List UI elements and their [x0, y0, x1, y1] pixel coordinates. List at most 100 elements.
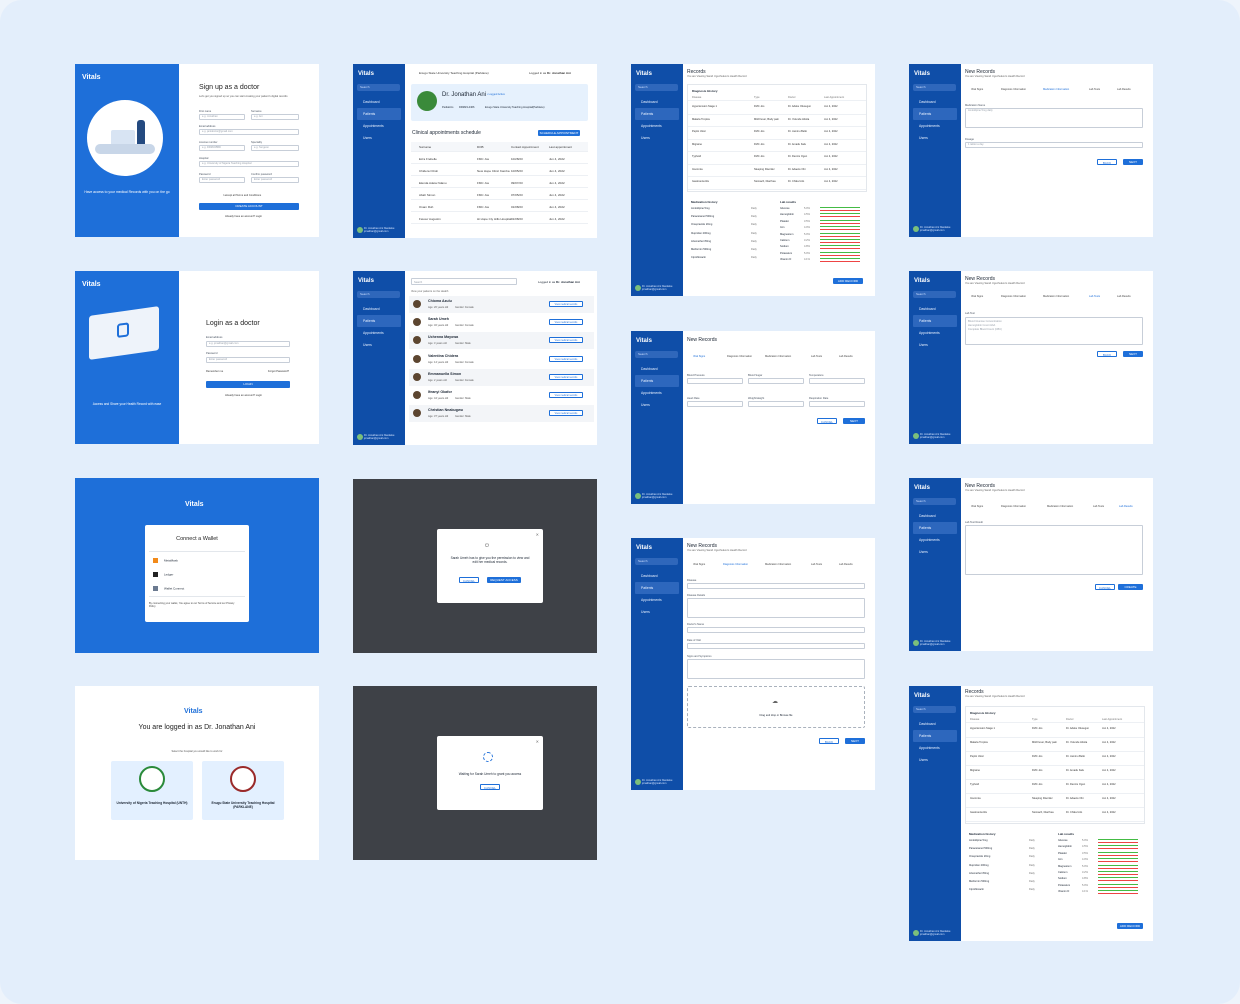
cancel-button[interactable]: CANCEL	[480, 784, 500, 790]
tab-medication[interactable]: Medication Information	[765, 563, 791, 566]
tab-lab-results[interactable]: Lab Results	[839, 563, 853, 566]
hospital-card-parklane[interactable]: Enugu State University Teaching Hospital…	[202, 761, 284, 820]
doctor-name-field[interactable]	[687, 627, 865, 633]
login-footer-link[interactable]: Already have an account? Login	[225, 394, 262, 397]
patient-row[interactable]: Sarah Umeh Age: 32 years old Gender: Femal…	[409, 314, 594, 332]
tab-medication[interactable]: Medication Information	[1043, 88, 1069, 91]
add-record-button[interactable]: ADD RECORD	[833, 278, 863, 284]
patients-search[interactable]: Search	[411, 278, 517, 285]
login-password-field[interactable]: Enter password	[206, 357, 290, 363]
sidebar-item-users[interactable]: Users	[913, 754, 957, 766]
sidebar-item-patients[interactable]: Patients	[635, 582, 679, 594]
symptoms-field[interactable]	[687, 659, 865, 679]
next-button[interactable]: NEXT	[845, 738, 865, 744]
sidebar-search[interactable]: Search	[913, 706, 956, 713]
back-button[interactable]: BACK	[819, 738, 839, 744]
cancel-button[interactable]: CANCEL	[817, 418, 837, 424]
hospital-field[interactable]: e.g. University of Nigeria Teaching Hosp…	[199, 161, 299, 167]
table-row[interactable]: Insomnia Sleeping Disorder Dr. Adaeze Obi J…	[966, 795, 1144, 808]
sidebar-item-users[interactable]: Users	[913, 339, 957, 351]
tab-vital-signs[interactable]: Vital Signs	[971, 295, 983, 298]
bp-field[interactable]	[687, 378, 743, 384]
email-field[interactable]: e.g. janidoctor@gmail.com	[199, 129, 299, 135]
sidebar-search[interactable]: Search	[913, 498, 956, 505]
tab-vital-signs[interactable]: Vital Signs	[971, 88, 983, 91]
sidebar-user[interactable]: Dr. Jonathan Ani Nwokeke jonathan@gmail.c…	[356, 226, 402, 233]
table-row[interactable]: Chidera Ozioli New Hope Clinic Kamba 10/05…	[411, 166, 588, 176]
sidebar-item-dashboard[interactable]: Dashboard	[635, 96, 679, 108]
sidebar-item-dashboard[interactable]: Dashboard	[913, 510, 957, 522]
table-row[interactable]: Elenda Adeta Ndanu FMC Jos 09/07/23 Jun 4, …	[411, 178, 588, 188]
sidebar-item-users[interactable]: Users	[913, 132, 957, 144]
tab-medication[interactable]: Medication Information	[1047, 505, 1073, 508]
table-row[interactable]: Typhoid FMC Jos Dr. Dennis Ogun Jun 4, 2022	[688, 153, 866, 165]
sidebar-item-patients[interactable]: Patients	[357, 108, 401, 120]
firstname-field[interactable]: e.g. Jonathan	[199, 114, 245, 120]
wallet-option-walletconnect[interactable]: Wallet Connect	[153, 586, 184, 591]
sidebar-item-users[interactable]: Users	[635, 399, 679, 411]
patient-row[interactable]: Uchenna Mayowa Age: 3 years old Gender: Ma…	[409, 332, 594, 350]
lab-result-field[interactable]	[965, 525, 1143, 575]
sidebar-search[interactable]: Search	[357, 84, 400, 91]
table-row[interactable]: Migraine FMC Jos Dr. Amadu Kalu Jun 4, 2022	[688, 141, 866, 152]
create-record-button[interactable]: CREATE RECORD	[1118, 584, 1143, 595]
patient-row[interactable]: Christian Nnabugwu Age: 37 years old Gende…	[409, 405, 594, 423]
sidebar-search[interactable]: Search	[635, 558, 678, 565]
table-row[interactable]: Migraine FMC Jos Dr. Amadu Kalu Jun 4, 2022	[966, 767, 1144, 780]
sidebar-item-users[interactable]: Users	[357, 339, 401, 351]
table-row[interactable]: Malaria Tropica Mild Fever, Body pain Dr. …	[688, 116, 866, 127]
view-records-button[interactable]: View medical records	[549, 410, 583, 417]
sidebar-search[interactable]: Search	[913, 84, 956, 91]
sidebar-item-dashboard[interactable]: Dashboard	[913, 718, 957, 730]
surname-field[interactable]: e.g. Ani	[251, 114, 299, 120]
hospital-card-unth[interactable]: University of Nigeria Teaching Hospital …	[111, 761, 193, 820]
sidebar-item-appointments[interactable]: Appointments	[635, 387, 679, 399]
tab-lab-results[interactable]: Lab Results	[1119, 505, 1133, 508]
tab-vital-signs[interactable]: Vital Signs	[693, 355, 705, 358]
table-row[interactable]: Hypertension Stage 1 FMC Jos Dr. Adeku Olu…	[966, 725, 1144, 738]
sidebar-item-users[interactable]: Users	[635, 606, 679, 618]
tab-lab-tests[interactable]: Lab Tests	[1093, 505, 1104, 508]
sidebar-item-appointments[interactable]: Appointments	[635, 594, 679, 606]
sidebar-item-patients[interactable]: Patients	[913, 730, 957, 742]
sidebar-item-appointments[interactable]: Appointments	[913, 534, 957, 546]
table-row[interactable]: Ezra Frebelle FMC Jos 10/28/23 Jun 4, 2022	[411, 154, 588, 164]
sidebar-user[interactable]: Dr. Jonathan Ani Nwokeke jonathan@gmail.c…	[634, 778, 680, 785]
sidebar-item-patients[interactable]: Patients	[913, 108, 957, 120]
request-access-button[interactable]: REQUEST ACCESS	[487, 577, 521, 583]
upload-dropzone[interactable]: ☁ Drag and drop or Browse file	[687, 686, 865, 728]
sidebar-item-users[interactable]: Users	[913, 546, 957, 558]
disease-details-field[interactable]	[687, 598, 865, 618]
login-button[interactable]: LOGIN	[206, 381, 290, 388]
sidebar-item-appointments[interactable]: Appointments	[635, 120, 679, 132]
create-account-button[interactable]: CREATE ACCOUNT	[199, 203, 299, 210]
sidebar-item-users[interactable]: Users	[635, 132, 679, 144]
tab-lab-tests[interactable]: Lab Tests	[811, 563, 822, 566]
rr-field[interactable]	[809, 401, 865, 407]
patient-row[interactable]: Emmanuella Simon Age: 2 years old Gender: …	[409, 368, 594, 386]
sidebar-item-appointments[interactable]: Appointments	[913, 742, 957, 754]
table-row[interactable]: Ovam Ruh FMC Jos 01/08/23 Jun 4, 2022	[411, 202, 588, 212]
login-email-field[interactable]: e.g. jonathan@gmail.com	[206, 341, 290, 347]
sidebar-item-patients[interactable]: Patients	[635, 375, 679, 387]
speciality-select[interactable]: e.g. Surgeon	[251, 145, 299, 151]
view-records-button[interactable]: View medical records	[549, 392, 583, 398]
back-button[interactable]: BACK	[1097, 351, 1117, 357]
sidebar-user[interactable]: Dr. Jonathan Ani Nwokeke jonathan@gmail.c…	[356, 433, 402, 440]
sidebar-item-dashboard[interactable]: Dashboard	[913, 96, 957, 108]
confirm-password-field[interactable]: Enter password	[251, 177, 299, 183]
tab-diagnosis[interactable]: Diagnosis Information	[723, 563, 748, 566]
view-records-button[interactable]: View medical records	[549, 337, 583, 344]
schedule-appointment-button[interactable]: SCHEDULE APPOINTMENT	[538, 130, 580, 136]
dosage-field[interactable]: 1 tablet a day	[965, 142, 1143, 148]
tab-lab-tests[interactable]: Lab Tests	[811, 355, 822, 358]
table-row[interactable]: Gastroenteritis Stomach, Diarrhea Dr. Chik…	[966, 809, 1144, 822]
back-button[interactable]: BACK	[1097, 159, 1117, 165]
view-records-button[interactable]: View medical records	[549, 373, 583, 380]
password-field[interactable]: Enter password	[199, 177, 245, 183]
table-row[interactable]: Peptic Ulcer FMC Jos Dr. Jaminu Bello Jun 4…	[688, 128, 866, 140]
disease-field[interactable]	[687, 583, 865, 589]
tab-medication[interactable]: Medication Information	[1043, 295, 1069, 298]
table-row[interactable]: Peptic Ulcer FMC Jos Dr. Jaminu Bello Jun 4…	[966, 753, 1144, 766]
close-icon[interactable]: ✕	[536, 532, 539, 537]
